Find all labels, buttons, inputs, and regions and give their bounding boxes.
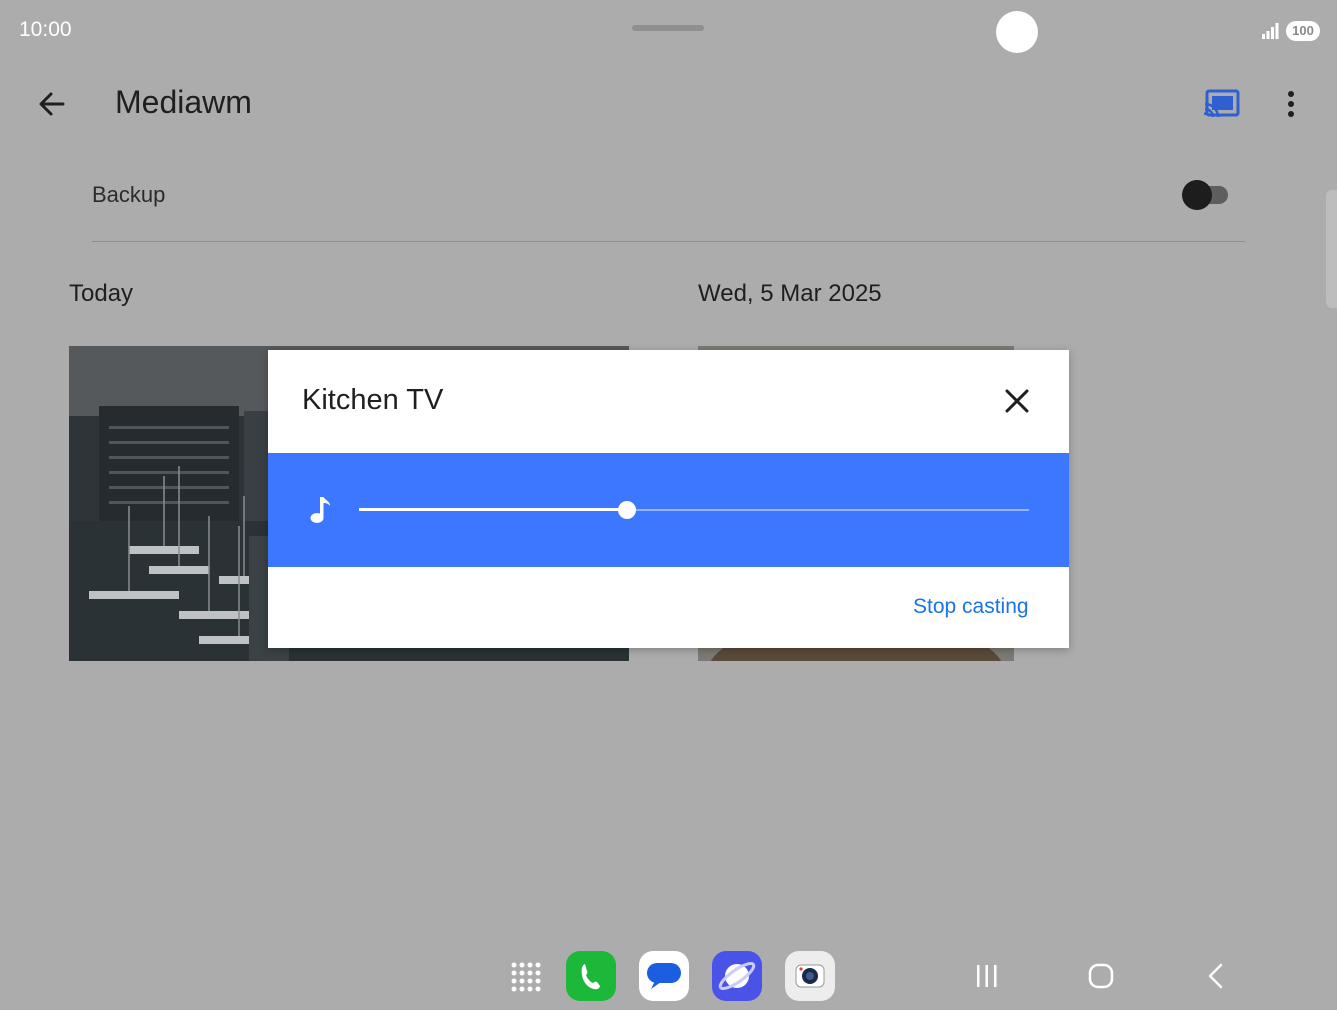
divider [92, 241, 1245, 242]
scrollbar[interactable] [1326, 190, 1337, 308]
phone-icon [581, 964, 600, 990]
volume-control-band [268, 453, 1069, 567]
recents-icon[interactable] [974, 963, 1000, 989]
back-nav-icon[interactable] [1204, 962, 1226, 990]
backup-toggle-knob[interactable] [1182, 180, 1212, 210]
planet-icon [718, 962, 756, 990]
status-time: 10:00 [19, 18, 72, 41]
message-bubble-icon [647, 963, 681, 989]
page-title: Mediawm [115, 84, 252, 120]
stop-casting-button[interactable]: Stop casting [913, 595, 1029, 619]
battery-icon: 100 [1286, 21, 1320, 41]
more-vert-icon[interactable] [1280, 88, 1302, 120]
drag-handle[interactable] [632, 25, 704, 31]
cast-connected-icon[interactable] [1204, 89, 1240, 117]
section-date-wed: Wed, 5 Mar 2025 [698, 280, 882, 307]
apps-grid-icon[interactable] [511, 962, 541, 992]
cast-device-title: Kitchen TV [302, 384, 444, 416]
signal-icon [1262, 23, 1279, 39]
section-date-today: Today [69, 280, 134, 307]
close-icon[interactable] [1002, 386, 1032, 416]
camera-cutout [996, 11, 1038, 53]
cast-dialog: Kitchen TV Stop casting [268, 350, 1069, 648]
camera-app-icon[interactable] [785, 951, 835, 1001]
music-note-icon [310, 497, 330, 523]
home-icon[interactable] [1087, 962, 1115, 990]
phone-app-icon[interactable] [566, 951, 616, 1001]
camera-lens-icon [795, 964, 825, 988]
volume-slider-thumb[interactable] [618, 501, 636, 519]
arrow-back-icon[interactable] [36, 88, 68, 120]
volume-slider-fill [359, 508, 627, 511]
messages-app-icon[interactable] [639, 951, 689, 1001]
internet-app-icon[interactable] [712, 951, 762, 1001]
backup-label: Backup [92, 182, 166, 207]
